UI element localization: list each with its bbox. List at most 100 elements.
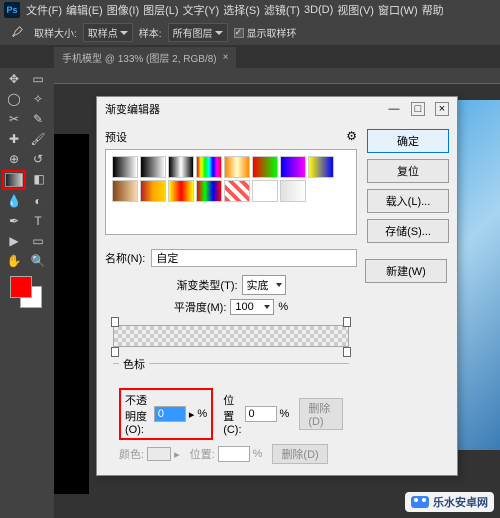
eyedropper-icon [6, 24, 28, 42]
color-stop-left[interactable] [111, 347, 119, 357]
crop-tool-icon[interactable]: ✂ [3, 110, 25, 128]
smoothness-input[interactable]: 100 [230, 299, 274, 315]
type-tool-icon[interactable]: T [27, 212, 49, 230]
opacity-highlight: 不透明度(O): ▸ % [119, 388, 213, 440]
position-input[interactable] [245, 406, 277, 422]
sample-label: 样本: [139, 25, 162, 40]
menu-select[interactable]: 选择(S) [223, 2, 260, 18]
menu-edit[interactable]: 编辑(E) [66, 2, 103, 18]
heal-tool-icon[interactable]: ✚ [3, 130, 25, 148]
stamp-tool-icon[interactable]: ⊕ [3, 150, 25, 168]
document-tab[interactable]: 手机模型 @ 133% (图层 2, RGB/8) × [54, 47, 236, 68]
lasso-tool-icon[interactable]: ◯ [3, 90, 25, 108]
preset-swatch-3[interactable] [196, 156, 222, 178]
minimize-icon[interactable]: — [387, 102, 401, 116]
gradient-tool[interactable] [2, 170, 26, 190]
preset-swatch-0[interactable] [112, 156, 138, 178]
preset-swatch-1[interactable] [140, 156, 166, 178]
dialog-title: 渐变编辑器 [105, 101, 160, 117]
preset-swatch-10[interactable] [168, 180, 194, 202]
preset-label: 预设 [105, 129, 127, 145]
pen-tool-icon[interactable]: ✒ [3, 212, 25, 230]
preset-swatch-14[interactable] [280, 180, 306, 202]
toolbox: ✥ ▭ ◯ ✧ ✂ ✎ ✚ 🖌 ⊕ ↺ ◧ 💧 ◐ ✒ T ▶ ▭ ✋ 🔍 [0, 68, 52, 310]
tab-close-icon[interactable]: × [223, 52, 229, 63]
color-position-input [218, 446, 250, 462]
menu-filter[interactable]: 滤镜(T) [264, 2, 300, 18]
preset-swatch-8[interactable] [112, 180, 138, 202]
menu-image[interactable]: 图像(I) [107, 2, 139, 18]
black-strip [54, 134, 89, 494]
shape-tool-icon[interactable]: ▭ [27, 232, 49, 250]
show-sampling-ring-label: 显示取样环 [247, 25, 297, 40]
menu-help[interactable]: 帮助 [422, 2, 444, 18]
gear-icon[interactable]: ⚙ [346, 129, 357, 145]
menu-view[interactable]: 视图(V) [337, 2, 374, 18]
magic-wand-tool-icon[interactable]: ✧ [27, 90, 49, 108]
hand-tool-icon[interactable]: ✋ [3, 252, 25, 270]
percent-label: % [278, 301, 288, 313]
color-swatches [10, 276, 42, 308]
watermark: 乐水安卓网 [405, 492, 494, 512]
opacity-stop-left[interactable] [111, 317, 119, 327]
watermark-text: 乐水安卓网 [433, 494, 488, 510]
opacity-input[interactable] [154, 406, 186, 422]
menu-type[interactable]: 文字(Y) [183, 2, 220, 18]
name-input[interactable] [151, 249, 357, 267]
preset-swatch-5[interactable] [252, 156, 278, 178]
save-button[interactable]: 存储(S)... [367, 219, 449, 243]
gradient-preview[interactable] [113, 325, 349, 347]
preset-swatch-4[interactable] [224, 156, 250, 178]
marquee-tool-icon[interactable]: ▭ [27, 70, 49, 88]
dodge-tool-icon[interactable]: ◐ [27, 192, 49, 210]
blur-tool-icon[interactable]: 💧 [3, 192, 25, 210]
menu-file[interactable]: 文件(F) [26, 2, 62, 18]
dialog-titlebar[interactable]: 渐变编辑器 — □ × [97, 97, 457, 121]
preset-swatch-7[interactable] [308, 156, 334, 178]
history-brush-tool-icon[interactable]: ↺ [27, 150, 49, 168]
brush-tool-icon[interactable]: 🖌 [27, 130, 49, 148]
color-position-label: 位置: [190, 446, 215, 462]
maximize-icon[interactable]: □ [411, 102, 425, 116]
preset-swatch-11[interactable] [196, 180, 222, 202]
load-button[interactable]: 载入(L)... [367, 189, 449, 213]
delete-opacity-stop-button[interactable]: 删除(D) [299, 398, 343, 430]
new-button[interactable]: 新建(W) [365, 259, 447, 283]
name-label: 名称(N): [105, 250, 145, 266]
fg-color-swatch[interactable] [10, 276, 32, 298]
tab-label: 手机模型 @ 133% (图层 2, RGB/8) [62, 50, 217, 65]
menu-3d[interactable]: 3D(D) [304, 4, 333, 16]
stops-section-label: 色标 [119, 359, 149, 371]
position-label: 位置(C): [223, 392, 241, 436]
opacity-stop-right[interactable] [343, 317, 351, 327]
gradient-editor-dialog: 渐变编辑器 — □ × 预设 ⚙ 名称(N): 渐变类型(T): 实底 [96, 96, 458, 476]
preset-swatch-2[interactable] [168, 156, 194, 178]
ps-logo-icon: Ps [4, 2, 20, 18]
preset-swatch-6[interactable] [280, 156, 306, 178]
move-tool-icon[interactable]: ✥ [3, 70, 25, 88]
preset-swatch-9[interactable] [140, 180, 166, 202]
options-bar: 取样大小: 取样点 样本: 所有图层 显示取样环 [0, 20, 500, 46]
gradient-type-label: 渐变类型(T): [176, 277, 237, 293]
reset-button[interactable]: 复位 [367, 159, 449, 183]
sample-size-select[interactable]: 取样点 [83, 23, 133, 42]
preset-swatch-13[interactable] [252, 180, 278, 202]
menu-layer[interactable]: 图层(L) [143, 2, 178, 18]
color-swatch[interactable] [147, 447, 171, 461]
ok-button[interactable]: 确定 [367, 129, 449, 153]
path-select-tool-icon[interactable]: ▶ [3, 232, 25, 250]
color-stop-right[interactable] [343, 347, 351, 357]
opacity-label: 不透明度(O): [125, 392, 151, 436]
eyedropper-tool-icon[interactable]: ✎ [27, 110, 49, 128]
gradient-type-select[interactable]: 实底 [242, 275, 286, 295]
eraser-tool-icon[interactable]: ◧ [28, 170, 50, 188]
sample-select[interactable]: 所有图层 [168, 23, 228, 42]
close-icon[interactable]: × [435, 102, 449, 116]
smoothness-label: 平滑度(M): [174, 299, 227, 315]
menu-window[interactable]: 窗口(W) [378, 2, 418, 18]
menubar: Ps 文件(F) 编辑(E) 图像(I) 图层(L) 文字(Y) 选择(S) 滤… [0, 0, 500, 20]
ruler-horizontal [54, 68, 500, 84]
preset-swatch-12[interactable] [224, 180, 250, 202]
show-sampling-ring-checkbox[interactable] [234, 28, 244, 38]
zoom-tool-icon[interactable]: 🔍 [27, 252, 49, 270]
